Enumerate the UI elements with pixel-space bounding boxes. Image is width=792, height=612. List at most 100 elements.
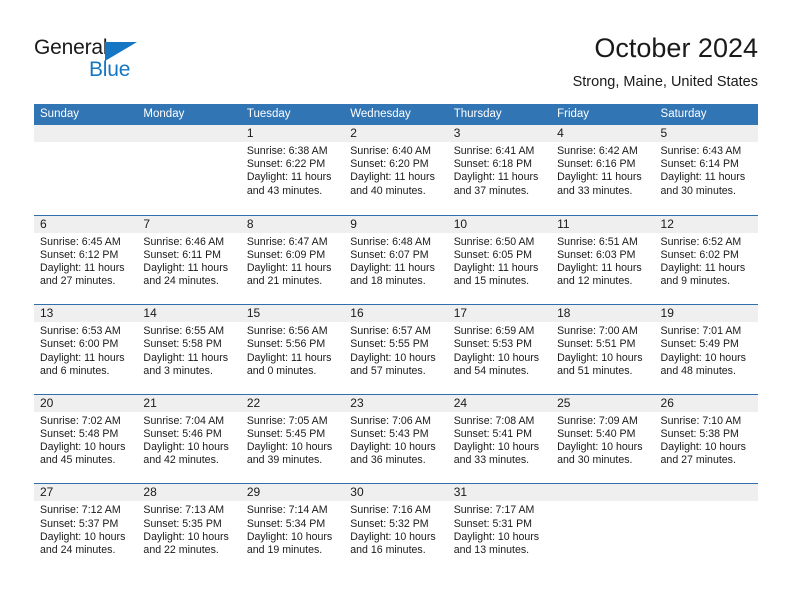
calendar-day-cell[interactable]: 3 Sunrise: 6:41 AM Sunset: 6:18 PM Daylight… — [447, 125, 552, 215]
calendar-day-cell[interactable]: 6 Sunrise: 6:45 AM Sunset: 6:12 PM Daylight… — [34, 215, 138, 305]
calendar-day-cell[interactable]: 26 Sunrise: 7:10 AM Sunset: 5:38 PM Dayligh… — [654, 394, 758, 484]
day-details: Sunrise: 6:42 AM Sunset: 6:16 PM Daylight:… — [551, 142, 654, 198]
calendar-day-cell[interactable]: 8 Sunrise: 6:47 AM Sunset: 6:09 PM Daylight… — [240, 215, 345, 305]
sunrise-text: Sunrise: 7:14 AM — [246, 504, 328, 517]
daylight-text: Daylight: 10 hours and 36 minutes. — [350, 441, 436, 467]
day-details: Sunrise: 7:16 AM Sunset: 5:32 PM Daylight:… — [344, 501, 447, 557]
sunrise-text: Sunrise: 6:40 AM — [350, 145, 431, 157]
calendar-day-cell[interactable]: 5 Sunrise: 6:43 AM Sunset: 6:14 PM Daylight… — [654, 125, 758, 215]
day-details: Sunrise: 6:57 AM Sunset: 5:55 PM Daylight:… — [344, 322, 447, 378]
day-number — [654, 484, 758, 502]
calendar-week-row: 13 Sunrise: 6:53 AM Sunset: 6:00 PM Dayligh… — [34, 304, 758, 394]
day-number: 5 — [654, 125, 758, 142]
day-number: 4 — [551, 125, 655, 142]
day-number: 23 — [344, 394, 448, 412]
daylight-text: Daylight: 11 hours and 18 minutes. — [350, 262, 435, 288]
calendar-week-row: 27 Sunrise: 7:12 AM Sunset: 5:37 PM Dayligh… — [34, 483, 758, 573]
day-details: Sunrise: 6:41 AM Sunset: 6:18 PM Daylight:… — [448, 142, 551, 198]
calendar-day-cell[interactable]: 7 Sunrise: 6:46 AM Sunset: 6:11 PM Daylight… — [137, 215, 241, 305]
day-number — [137, 125, 241, 142]
daylight-text: Daylight: 10 hours and 57 minutes. — [350, 351, 436, 377]
sunset-text: Sunset: 5:48 PM — [40, 427, 119, 440]
calendar-day-cell[interactable]: 2 Sunrise: 6:40 AM Sunset: 6:20 PM Daylight… — [344, 125, 448, 215]
daylight-text: Daylight: 11 hours and 3 minutes. — [143, 351, 229, 377]
day-details: Sunrise: 7:08 AM Sunset: 5:41 PM Daylight:… — [448, 412, 551, 468]
calendar-day-cell[interactable]: 27 Sunrise: 7:12 AM Sunset: 5:37 PM Dayligh… — [34, 484, 138, 573]
calendar-day-cell[interactable]: 25 Sunrise: 7:09 AM Sunset: 5:40 PM Dayligh… — [551, 394, 655, 484]
logo-text-blue: Blue — [89, 58, 131, 81]
day-details: Sunrise: 6:46 AM Sunset: 6:11 PM Daylight:… — [137, 233, 240, 289]
calendar-day-cell-empty — [551, 484, 655, 573]
sunset-text: Sunset: 6:11 PM — [143, 248, 221, 261]
day-number: 7 — [137, 215, 241, 233]
day-number — [34, 125, 138, 142]
daylight-text: Daylight: 10 hours and 24 minutes. — [40, 530, 126, 556]
sunrise-text: Sunrise: 7:13 AM — [143, 504, 225, 517]
daylight-text: Daylight: 10 hours and 13 minutes. — [453, 530, 540, 556]
calendar-day-cell[interactable]: 31 Sunrise: 7:17 AM Sunset: 5:31 PM Dayligh… — [447, 484, 552, 573]
day-details: Sunrise: 7:09 AM Sunset: 5:40 PM Daylight:… — [551, 412, 654, 468]
daylight-text: Daylight: 11 hours and 21 minutes. — [246, 262, 332, 288]
calendar-day-cell[interactable]: 22 Sunrise: 7:05 AM Sunset: 5:45 PM Dayligh… — [240, 394, 345, 484]
calendar-day-cell[interactable]: 13 Sunrise: 6:53 AM Sunset: 6:00 PM Dayligh… — [34, 305, 138, 394]
sunrise-text: Sunrise: 6:38 AM — [246, 145, 328, 157]
calendar-day-cell[interactable]: 18 Sunrise: 7:00 AM Sunset: 5:51 PM Dayligh… — [551, 305, 655, 394]
day-number: 28 — [137, 484, 241, 502]
calendar-day-cell[interactable]: 4 Sunrise: 6:42 AM Sunset: 6:16 PM Daylight… — [551, 125, 655, 215]
calendar-day-cell[interactable]: 20 Sunrise: 7:02 AM Sunset: 5:48 PM Dayligh… — [34, 394, 138, 484]
daylight-text: Daylight: 11 hours and 30 minutes. — [660, 171, 746, 197]
sunset-text: Sunset: 6:12 PM — [40, 248, 119, 261]
weekday-header-thursday: Thursday — [453, 108, 502, 120]
calendar-day-cell[interactable]: 29 Sunrise: 7:14 AM Sunset: 5:34 PM Dayligh… — [240, 484, 345, 573]
calendar-day-cell[interactable]: 9 Sunrise: 6:48 AM Sunset: 6:07 PM Daylight… — [344, 215, 448, 305]
day-details: Sunrise: 7:01 AM Sunset: 5:49 PM Daylight:… — [655, 322, 758, 378]
calendar-day-cell[interactable]: 28 Sunrise: 7:13 AM Sunset: 5:35 PM Dayligh… — [137, 484, 241, 573]
calendar-day-cell-empty — [137, 125, 241, 215]
weekday-header-monday: Monday — [143, 108, 185, 120]
calendar-day-cell[interactable]: 24 Sunrise: 7:08 AM Sunset: 5:41 PM Dayligh… — [447, 394, 552, 484]
day-details: Sunrise: 7:00 AM Sunset: 5:51 PM Daylight:… — [551, 322, 654, 378]
calendar-day-cell[interactable]: 19 Sunrise: 7:01 AM Sunset: 5:49 PM Dayligh… — [654, 305, 758, 394]
day-details: Sunrise: 6:48 AM Sunset: 6:07 PM Daylight:… — [344, 233, 447, 289]
day-number: 20 — [34, 394, 138, 412]
calendar-day-cell[interactable]: 23 Sunrise: 7:06 AM Sunset: 5:43 PM Dayligh… — [344, 394, 448, 484]
day-details: Sunrise: 6:50 AM Sunset: 6:05 PM Daylight:… — [448, 233, 551, 289]
sunrise-text: Sunrise: 6:52 AM — [660, 235, 742, 248]
weekday-header-friday: Friday — [557, 108, 590, 120]
calendar-day-cell[interactable]: 15 Sunrise: 6:56 AM Sunset: 5:56 PM Dayligh… — [240, 305, 345, 394]
sunrise-text: Sunrise: 7:05 AM — [246, 414, 328, 427]
sunset-text: Sunset: 6:03 PM — [557, 248, 636, 261]
calendar-day-cell[interactable]: 14 Sunrise: 6:55 AM Sunset: 5:58 PM Dayligh… — [137, 305, 241, 394]
day-number: 24 — [447, 394, 552, 412]
calendar-day-cell[interactable]: 17 Sunrise: 6:59 AM Sunset: 5:53 PM Dayligh… — [447, 305, 552, 394]
sunrise-text: Sunrise: 7:08 AM — [453, 414, 535, 427]
weekday-header-saturday: Saturday — [660, 108, 707, 120]
sunrise-text: Sunrise: 7:12 AM — [40, 504, 121, 517]
calendar-grid: Sunday Monday Tuesday Wednesday Thursday… — [34, 104, 758, 573]
sunrise-text: Sunrise: 6:51 AM — [557, 235, 638, 248]
calendar-day-cell[interactable]: 11 Sunrise: 6:51 AM Sunset: 6:03 PM Dayligh… — [551, 215, 655, 305]
sunset-text: Sunset: 5:55 PM — [350, 338, 429, 351]
sunset-text: Sunset: 5:51 PM — [557, 338, 636, 351]
calendar-day-cell[interactable]: 16 Sunrise: 6:57 AM Sunset: 5:55 PM Dayligh… — [344, 305, 448, 394]
day-number: 16 — [344, 305, 448, 323]
sunset-text: Sunset: 5:35 PM — [143, 517, 222, 530]
calendar-day-cell[interactable]: 30 Sunrise: 7:16 AM Sunset: 5:32 PM Dayligh… — [344, 484, 448, 573]
daylight-text: Daylight: 10 hours and 16 minutes. — [350, 530, 436, 556]
sunset-text: Sunset: 5:38 PM — [660, 427, 739, 440]
calendar-day-cell[interactable]: 10 Sunrise: 6:50 AM Sunset: 6:05 PM Dayligh… — [447, 215, 552, 305]
calendar-day-cell[interactable]: 12 Sunrise: 6:52 AM Sunset: 6:02 PM Dayligh… — [654, 215, 758, 305]
sunset-text: Sunset: 5:45 PM — [246, 427, 326, 440]
sunrise-text: Sunrise: 7:10 AM — [660, 414, 742, 427]
day-details: Sunrise: 7:14 AM Sunset: 5:34 PM Daylight:… — [241, 501, 344, 557]
calendar-day-cell[interactable]: 1 Sunrise: 6:38 AM Sunset: 6:22 PM Daylight… — [240, 125, 345, 215]
calendar-day-cell[interactable]: 21 Sunrise: 7:04 AM Sunset: 5:46 PM Dayligh… — [137, 394, 241, 484]
sunrise-text: Sunrise: 6:48 AM — [350, 235, 431, 248]
sunset-text: Sunset: 6:22 PM — [246, 158, 326, 171]
daylight-text: Daylight: 10 hours and 30 minutes. — [557, 441, 643, 467]
general-blue-logo[interactable]: General Blue — [34, 36, 184, 84]
calendar-page: General Blue October 2024 Strong, Maine,… — [0, 0, 792, 612]
day-number: 27 — [34, 484, 138, 502]
daylight-text: Daylight: 11 hours and 9 minutes. — [660, 262, 746, 288]
daylight-text: Daylight: 10 hours and 48 minutes. — [660, 351, 746, 377]
